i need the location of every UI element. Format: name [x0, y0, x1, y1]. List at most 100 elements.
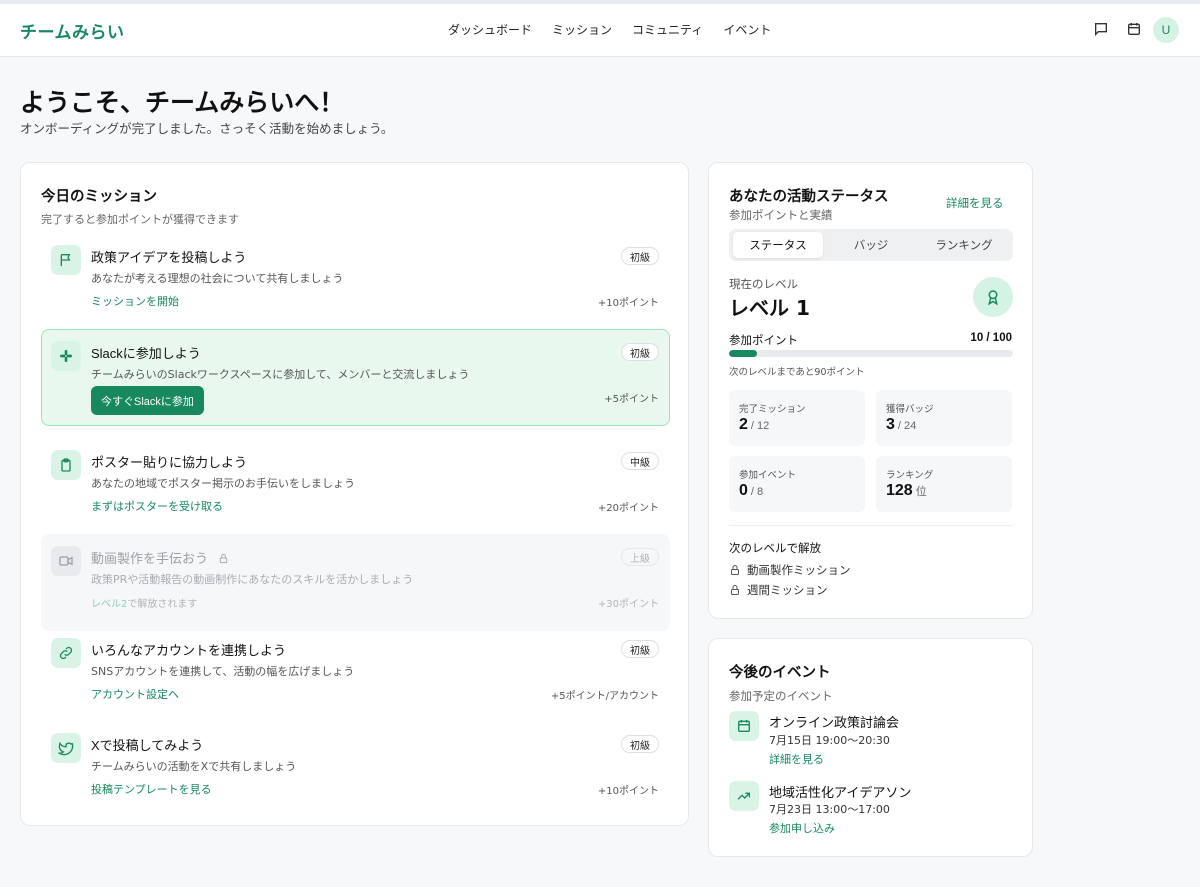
unlock-hint: レベル2で解放されます — [91, 595, 197, 610]
level-badge: 初級 — [621, 735, 659, 753]
level-badge: 初級 — [621, 640, 659, 658]
mission-points: +10ポイント — [597, 298, 659, 309]
status-subtitle: 参加ポイントと実績 — [729, 208, 833, 222]
lock-icon — [729, 584, 741, 596]
page-subtitle: オンボーディングが完了しました。さっそく活動を始めましょう。 — [20, 121, 394, 136]
main-nav: ダッシュボード ミッション コミュニティ イベント — [448, 21, 771, 38]
mission-item: 政策アイデアを投稿しよう 初級 あなたが考える理想の社会について共有しましょう … — [41, 233, 670, 330]
mission-title-text: 動画製作を手伝おう — [91, 551, 209, 566]
calendar-icon — [729, 711, 759, 741]
event-link[interactable]: 詳細を見る — [769, 751, 824, 767]
mission-desc: あなたの地域でポスター掲示のお手伝いをしましょう — [91, 477, 355, 490]
event-link[interactable]: 参加申し込み — [769, 820, 835, 836]
mission-points: +30ポイント — [597, 599, 659, 610]
mission-desc: チームみらいの活動をXで共有しましょう — [91, 760, 297, 773]
status-title: あなたの活動ステータス — [729, 189, 889, 205]
mission-points: +20ポイント — [597, 503, 659, 514]
mission-link[interactable]: 投稿テンプレートを見る — [91, 781, 212, 797]
unlock-level: レベル2 — [91, 599, 128, 610]
unlock-item: 動画製作ミッション — [729, 562, 851, 578]
stat-badges: 獲得バッジ 3/ 24 — [876, 390, 1012, 446]
divider — [729, 525, 1013, 526]
page-title: ようこそ、チームみらいへ！ — [20, 88, 345, 117]
twitter-bird-icon — [51, 733, 81, 763]
events-title: 今後のイベント — [729, 665, 831, 681]
unlock-title: 次のレベルで解放 — [729, 541, 821, 555]
level-badge: 上級 — [621, 548, 659, 566]
level-badge: 中級 — [621, 452, 659, 470]
stat-value: 128 位 — [886, 482, 927, 499]
nav-dashboard[interactable]: ダッシュボード — [448, 21, 532, 38]
tab-ranking[interactable]: ランキング — [919, 232, 1009, 258]
current-level-label: 現在のレベル — [729, 277, 798, 291]
mission-desc: あなたが考える理想の社会について共有しましょう — [91, 272, 344, 285]
missions-title: 今日のミッション — [41, 189, 157, 205]
level-badge: 初級 — [621, 343, 659, 361]
logo[interactable]: チームみらい — [20, 18, 125, 43]
mission-title: Xで投稿してみよう — [91, 738, 204, 753]
mission-points: +5ポイント — [604, 394, 659, 405]
stat-ranking: ランキング 128 位 — [876, 456, 1012, 512]
lock-icon — [218, 553, 229, 564]
mission-points: +10ポイント — [597, 786, 659, 797]
stat-value: 2/ 12 — [739, 416, 770, 433]
nav-events[interactable]: イベント — [723, 21, 771, 38]
progress-fill — [729, 350, 758, 357]
slack-icon — [51, 341, 81, 371]
avatar[interactable]: U — [1153, 17, 1179, 43]
stat-completed-missions: 完了ミッション 2/ 12 — [729, 390, 865, 446]
tab-badges[interactable]: バッジ — [826, 232, 916, 258]
mission-title: 政策アイデアを投稿しよう — [91, 250, 247, 265]
mission-title: 動画製作を手伝おう — [91, 548, 229, 567]
event-date: 7月23日 13:00〜17:00 — [769, 803, 890, 816]
join-slack-button[interactable]: 今すぐSlackに参加 — [91, 386, 204, 415]
status-card: あなたの活動ステータス 参加ポイントと実績 詳細を見る ステータス バッジ ラン… — [708, 162, 1033, 619]
missions-card: 今日のミッション 完了すると参加ポイントが獲得できます 政策アイデアを投稿しよう… — [20, 162, 689, 826]
unlock-text: で解放されます — [127, 599, 198, 610]
event-date: 7月15日 19:00〜20:30 — [769, 734, 890, 747]
level-badge: 初級 — [621, 247, 659, 265]
mission-link[interactable]: アカウント設定へ — [91, 686, 179, 702]
nav-community[interactable]: コミュニティ — [632, 21, 703, 38]
mission-desc: 政策PRや活動報告の動画制作にあなたのスキルを活かしましょう — [91, 573, 414, 586]
status-tabs: ステータス バッジ ランキング — [729, 229, 1013, 261]
events-card: 今後のイベント 参加予定のイベント オンライン政策討論会 7月15日 19:00… — [708, 638, 1033, 857]
unlock-item-label: 週間ミッション — [747, 583, 828, 597]
event-title: 地域活性化アイデアソン — [769, 786, 912, 801]
detail-link[interactable]: 詳細を見る — [946, 195, 1004, 211]
points-value: 10 / 100 — [970, 332, 1012, 344]
mission-title: ポスター貼りに協力しよう — [91, 455, 248, 470]
stat-label: 完了ミッション — [739, 404, 806, 415]
stat-value: 3/ 24 — [886, 416, 917, 433]
mission-item-locked: 動画製作を手伝おう 上級 政策PRや活動報告の動画制作にあなたのスキルを活かしま… — [41, 534, 670, 631]
mission-desc: チームみらいのSlackワークスペースに参加して、メンバーと交流しましょう — [91, 368, 470, 381]
stat-value: 0/ 8 — [739, 482, 764, 499]
mission-item: ポスター貼りに協力しよう 中級 あなたの地域でポスター掲示のお手伝いをしましょう… — [41, 438, 670, 535]
event-title: オンライン政策討論会 — [769, 716, 900, 731]
events-subtitle: 参加予定のイベント — [729, 689, 833, 703]
mission-desc: SNSアカウントを連携して、活動の幅を広げましょう — [91, 665, 355, 678]
mission-item: Xで投稿してみよう 初級 チームみらいの活動をXで共有しましょう 投稿テンプレー… — [41, 721, 670, 818]
link-icon — [51, 638, 81, 668]
clipboard-icon — [51, 450, 81, 480]
stat-events: 参加イベント 0/ 8 — [729, 456, 865, 512]
mission-title: Slackに参加しよう — [91, 346, 201, 361]
mission-item: Slackに参加しよう 初級 チームみらいのSlackワークスペースに参加して、… — [41, 329, 670, 426]
nav-missions[interactable]: ミッション — [552, 21, 612, 38]
stat-label: 参加イベント — [739, 470, 797, 481]
unlock-item-label: 動画製作ミッション — [747, 563, 851, 577]
tab-status[interactable]: ステータス — [733, 232, 823, 258]
stat-label: ランキング — [886, 470, 934, 481]
points-progress-bar — [729, 350, 1013, 357]
video-icon — [51, 546, 81, 576]
message-icon[interactable] — [1093, 21, 1109, 37]
top-header: チームみらい ダッシュボード ミッション コミュニティ イベント U — [0, 4, 1200, 57]
lock-icon — [729, 564, 741, 576]
mission-link[interactable]: まずはポスターを受け取る — [91, 498, 223, 514]
calendar-icon[interactable] — [1126, 21, 1142, 37]
stat-label: 獲得バッジ — [886, 404, 934, 415]
mission-link[interactable]: ミッションを開始 — [91, 293, 179, 309]
next-level-text: 次のレベルまであと90ポイント — [729, 367, 865, 378]
flag-icon — [51, 245, 81, 275]
trending-up-icon — [729, 781, 759, 811]
